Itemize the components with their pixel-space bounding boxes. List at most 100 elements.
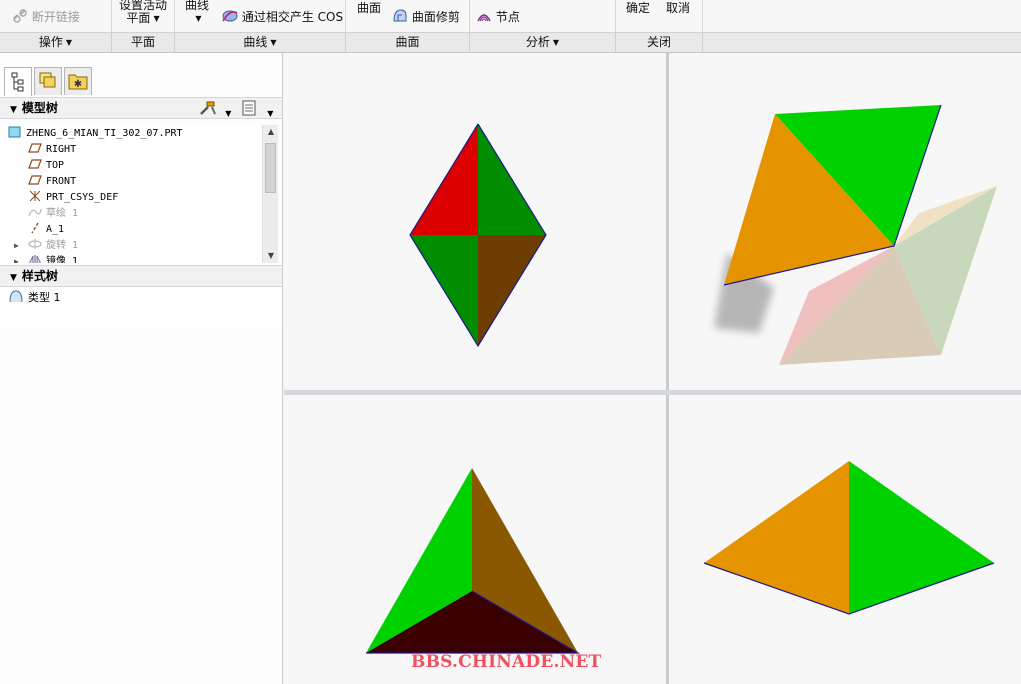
top-view-svg <box>366 468 581 654</box>
dropdown-arrow-icon: ▼ <box>65 38 73 47</box>
surface-label: 曲面 <box>357 1 382 15</box>
group-label-plane: 平面 <box>112 32 175 53</box>
model-tree-header[interactable]: ▼ 模型树 ▼ ▼ <box>0 97 282 119</box>
group-label-text: 操作 <box>38 35 63 49</box>
set-active-plane-label-2: 平面 <box>126 11 151 25</box>
dropdown-arrow-icon: ▼ <box>195 14 202 23</box>
dropdown-arrow-icon: ▼ <box>267 109 274 118</box>
tree-item[interactable]: ZHENG_6_MIAN_TI_302_07.PRT <box>8 126 183 142</box>
tree-item-label: RIGHT <box>46 144 77 155</box>
collapse-arrow-icon[interactable]: ▼ <box>10 105 17 115</box>
tree-item[interactable]: TOP <box>28 158 64 174</box>
tree-item[interactable]: RIGHT <box>28 142 76 158</box>
ribbon-section-analysis: 节点 <box>470 0 616 32</box>
group-label-empty <box>703 32 1021 53</box>
navigator-panel: ✱ ▼ 模型树 ▼ ▼ ZHENG_6_MIAN_TI_302_07.PRT RIG… <box>0 53 283 684</box>
intersect-curve-icon <box>222 10 238 22</box>
list-settings-icon <box>242 100 256 116</box>
group-label-text: 曲面 <box>395 35 420 49</box>
iso-view-svg <box>714 104 997 365</box>
group-label-operations[interactable]: 操作 ▼ <box>0 32 112 53</box>
tab-layers[interactable] <box>34 67 62 95</box>
side-view-svg <box>703 461 995 615</box>
tree-item[interactable]: PRT_CSYS_DEF <box>28 190 118 206</box>
surface-button[interactable]: 曲面 <box>357 0 381 16</box>
expand-arrow-icon[interactable]: ▶ <box>14 254 19 263</box>
tab-model-tree[interactable] <box>4 67 32 96</box>
disconnect-link-label: 断开链接 <box>31 10 80 24</box>
style-tree-item[interactable]: 类型 1 <box>8 289 61 305</box>
tree-item-label: 旋转 1 <box>46 240 79 251</box>
face-orange <box>704 461 849 614</box>
surface-trim-icon <box>393 9 407 22</box>
group-label-text: 曲线 <box>243 35 268 49</box>
cancel-label: 取消 <box>666 1 691 15</box>
tree-item[interactable]: A_1 <box>28 222 64 238</box>
curve-button[interactable]: 曲线 ▼ <box>185 0 209 25</box>
datum-plane-icon <box>28 158 42 170</box>
cancel-button[interactable]: 取消 <box>666 0 690 16</box>
tree-item[interactable]: 草绘 1 <box>28 206 78 222</box>
collapse-arrow-icon[interactable]: ▼ <box>10 273 17 283</box>
tree-item-label: PRT_CSYS_DEF <box>46 192 119 203</box>
ribbon: 断开链接 设置活动 平面 ▼ 曲线 ▼ 通过相交产生 COS 曲面 曲面修剪 节… <box>0 0 1021 53</box>
viewport-splitter-horizontal[interactable] <box>284 390 1021 395</box>
disconnect-link-button[interactable]: 断开链接 <box>12 8 80 25</box>
ribbon-section-plane: 设置活动 平面 ▼ <box>112 0 175 32</box>
scroll-down-arrow-icon[interactable]: ▼ <box>263 249 279 263</box>
model-tree: ZHENG_6_MIAN_TI_302_07.PRT RIGHT TOP FRONT P… <box>0 125 262 263</box>
viewport-bottom-left[interactable] <box>284 395 666 684</box>
ribbon-section-surface: 曲面 曲面修剪 <box>346 0 470 32</box>
group-label-text: 关闭 <box>646 35 671 49</box>
surface-trim-label: 曲面修剪 <box>411 10 460 24</box>
group-label-surface: 曲面 <box>346 32 470 53</box>
viewport-top-right[interactable] <box>669 53 1021 390</box>
viewport-bottom-right[interactable] <box>669 395 1021 684</box>
curve-label: 曲线 <box>185 0 210 12</box>
style-tree-item-label: 类型 1 <box>28 291 61 304</box>
style-tree: 类型 1 <box>0 288 282 328</box>
dropdown-arrow-icon: ▼ <box>270 38 277 47</box>
ribbon-empty-area <box>703 0 1021 32</box>
svg-text:✱: ✱ <box>74 79 82 90</box>
dropdown-arrow-icon: ▼ <box>552 38 560 47</box>
ok-button[interactable]: 确定 <box>626 0 650 16</box>
tree-item[interactable]: ▶ 镜像 1 <box>14 254 79 263</box>
intersect-cos-button[interactable]: 通过相交产生 COS <box>222 8 343 25</box>
scroll-up-arrow-icon[interactable]: ▲ <box>263 125 279 139</box>
datum-plane-icon <box>28 174 42 186</box>
viewport-top-left[interactable] <box>284 53 666 390</box>
viewport-splitter-vertical[interactable] <box>666 53 669 684</box>
style-type-icon <box>8 289 24 303</box>
surface-trim-button[interactable]: 曲面修剪 <box>392 8 460 25</box>
model-tree-scrollbar[interactable]: ▲ ▼ <box>262 125 278 263</box>
node-icon <box>477 14 491 22</box>
scroll-thumb[interactable] <box>265 143 276 193</box>
tree-item-label: TOP <box>46 160 65 171</box>
star-folder-icon: ✱ <box>68 74 88 90</box>
node-button[interactable]: 节点 <box>476 8 520 25</box>
group-label-analysis[interactable]: 分析 ▼ <box>470 32 616 53</box>
mirror-icon <box>28 254 42 263</box>
tree-item-label: FRONT <box>46 176 77 187</box>
expand-arrow-icon[interactable]: ▶ <box>14 238 19 254</box>
dropdown-arrow-icon: ▼ <box>153 14 160 23</box>
csys-icon <box>28 190 42 202</box>
ribbon-section-close: 确定 取消 <box>616 0 703 32</box>
tree-item-label: 镜像 1 <box>46 256 79 263</box>
tree-icon <box>11 72 24 92</box>
style-tree-header[interactable]: ▼ 样式树 <box>0 265 282 287</box>
axis-icon <box>28 222 42 234</box>
tools-icon <box>200 101 216 115</box>
tree-item[interactable]: FRONT <box>28 174 76 190</box>
tab-favorites[interactable]: ✱ <box>64 67 92 95</box>
dropdown-arrow-icon: ▼ <box>225 109 232 118</box>
set-active-plane-button[interactable]: 设置活动 平面 ▼ <box>119 0 167 25</box>
intersect-cos-label: 通过相交产生 COS <box>241 10 344 24</box>
tree-columns-button[interactable]: ▼ <box>240 99 273 124</box>
tree-item[interactable]: ▶ 旋转 1 <box>14 238 79 254</box>
tree-settings-button[interactable]: ▼ <box>198 99 231 124</box>
group-label-curve[interactable]: 曲线 ▼ <box>175 32 346 53</box>
watermark: BBS.CHINADE.NET <box>411 652 602 672</box>
tree-item-label: 草绘 1 <box>46 208 79 219</box>
